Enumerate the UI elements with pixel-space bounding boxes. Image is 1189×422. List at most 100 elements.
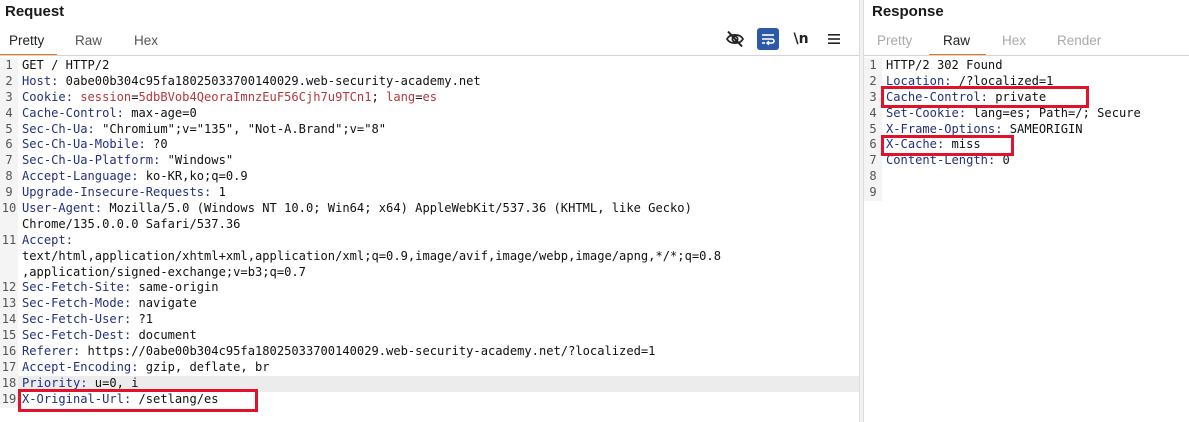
line-content: Accept: [22,233,73,249]
line-number: 6 [864,137,882,154]
line-number: 3 [864,89,882,106]
header-name: X-Frame-Options [886,121,996,136]
hamburger-menu-icon[interactable] [824,28,844,50]
request-title: Request [5,3,65,20]
header-value: ko-KR,ko;q=0.9 [138,169,248,184]
cookie-value: es [422,89,438,104]
line-number [0,216,18,233]
line-content: Cookie: session=5dbBVob4QeoraImnzEuF56Cj… [22,90,437,106]
header-name: Accept-Encoding [22,359,132,374]
line-number: 14 [0,312,18,329]
tab-raw[interactable]: Raw [943,33,970,48]
tab-render[interactable]: Render [1057,33,1101,48]
line-number: 16 [0,344,18,360]
line-content: Host: 0abe00b304c95fa18025033700140029.w… [22,74,481,90]
response-title: Response [872,3,944,20]
line-content: Sec-Fetch-Site: same-origin [22,280,219,296]
code-line: 15 Sec-Fetch-Dest: document [0,328,859,345]
header-value: https://0abe00b304c95fa18025033700140029… [80,344,656,359]
header-colon: : [94,201,103,216]
header-colon: : [80,375,88,390]
line-number: 7 [864,153,882,170]
header-value: same-origin [131,280,219,295]
line-content: Cache-Control: max-age=0 [22,106,197,122]
code-line: 12 Sec-Fetch-Site: same-origin [0,280,859,297]
line-text: GET / HTTP/2 [22,58,110,72]
header-name: Accept-Language [22,169,132,184]
newline-toggle-button[interactable]: \n [790,28,812,50]
line-number: 15 [0,328,18,345]
header-value: "Windows" [160,153,234,168]
tab-raw[interactable]: Raw [75,33,102,48]
header-colon: : [116,105,124,120]
annotation-box-x-cache [881,135,1014,156]
code-line: 8 [864,169,1189,186]
header-colon: : [131,359,139,374]
tab-pretty[interactable]: Pretty [9,33,44,48]
line-number: 19 [0,391,18,408]
code-line: 9 Upgrade-Insecure-Requests: 1 [0,185,859,202]
line-content: Accept-Encoding: gzip, deflate, br [22,360,270,376]
header-value: SAMEORIGIN [1002,121,1083,136]
line-content: text/html,application/xhtml+xml,applicat… [22,249,721,265]
line-number [0,264,18,281]
wrap-text-icon[interactable] [757,28,779,50]
header-colon: : [995,121,1003,136]
separator: ; [371,89,387,104]
line-content: Sec-Fetch-Dest: document [22,328,197,344]
line-number: 7 [0,153,18,170]
header-name: Sec-Fetch-User [22,312,124,327]
response-editor[interactable]: 1 HTTP/2 302 Found 2 Location: /?localized=… [864,58,1189,202]
header-name: Sec-Fetch-Dest [22,328,124,343]
eye-slash-icon[interactable] [724,28,746,50]
line-number: 13 [0,296,18,313]
header-name: Priority [22,375,81,390]
line-number: 17 [0,359,18,376]
line-number: 5 [864,121,882,138]
header-name: Cookie [22,89,66,104]
line-content: Chrome/135.0.0.0 Safari/537.36 [22,217,240,233]
line-content: Sec-Fetch-User: ?1 [22,312,153,328]
header-name: Sec-Ch-Ua [22,121,88,136]
line-text: text/html,application/xhtml+xml,applicat… [22,248,721,263]
header-name: Accept [22,232,66,247]
line-content: Accept-Language: ko-KR,ko;q=0.9 [22,169,248,185]
request-editor[interactable]: 1 GET / HTTP/2 2 Host: 0abe00b304c95fa18025… [0,58,859,408]
line-number: 9 [0,185,18,202]
line-content: Upgrade-Insecure-Requests: 1 [22,185,226,201]
code-line: 1 HTTP/2 302 Found [864,58,1189,74]
code-line: 11 Accept: [0,232,859,249]
code-line: 5 Sec-Ch-Ua: "Chromium";v="135", "Not-A.B… [0,121,859,138]
response-pane: Response Pretty Raw Hex Render 1 HTTP/2 3… [864,0,1189,422]
line-text: ,application/signed-exchange;v=b3;q=0.7 [22,264,306,279]
header-name: Upgrade-Insecure-Requests [22,185,205,200]
tab-pretty[interactable]: Pretty [877,33,912,48]
line-number [0,248,18,265]
header-colon: : [87,121,95,136]
header-value: document [131,328,197,343]
code-line: ,application/signed-exchange;v=b3;q=0.7 [0,264,859,281]
line-number: 5 [0,121,18,138]
line-number: 9 [864,185,882,202]
header-name: Cache-Control [22,105,117,120]
code-line: 16 Referer: https://0abe00b304c95fa180250… [0,344,859,360]
line-number: 1 [0,58,18,74]
line-number: 12 [0,280,18,297]
header-value: ?1 [131,312,154,327]
tab-hex[interactable]: Hex [1002,33,1026,48]
code-line: Chrome/135.0.0.0 Safari/537.36 [0,216,859,233]
header-colon: : [138,137,146,152]
line-content: GET / HTTP/2 [22,58,109,74]
code-line: 8 Accept-Language: ko-KR,ko;q=0.9 [0,169,859,186]
header-colon: : [131,169,139,184]
line-number: 2 [0,73,18,90]
header-value: 0abe00b304c95fa18025033700140029.web-sec… [58,73,481,88]
line-content: User-Agent: Mozilla/5.0 (Windows NT 10.0… [22,201,692,217]
header-name: Sec-Ch-Ua-Platform [22,153,154,168]
header-name: Sec-Fetch-Mode [22,296,124,311]
tab-hex[interactable]: Hex [134,33,158,48]
line-number: 1 [864,58,882,74]
code-line: 13 Sec-Fetch-Mode: navigate [0,296,859,313]
line-content: Sec-Ch-Ua-Platform: "Windows" [22,153,233,169]
line-text: HTTP/2 302 Found [886,58,1003,72]
